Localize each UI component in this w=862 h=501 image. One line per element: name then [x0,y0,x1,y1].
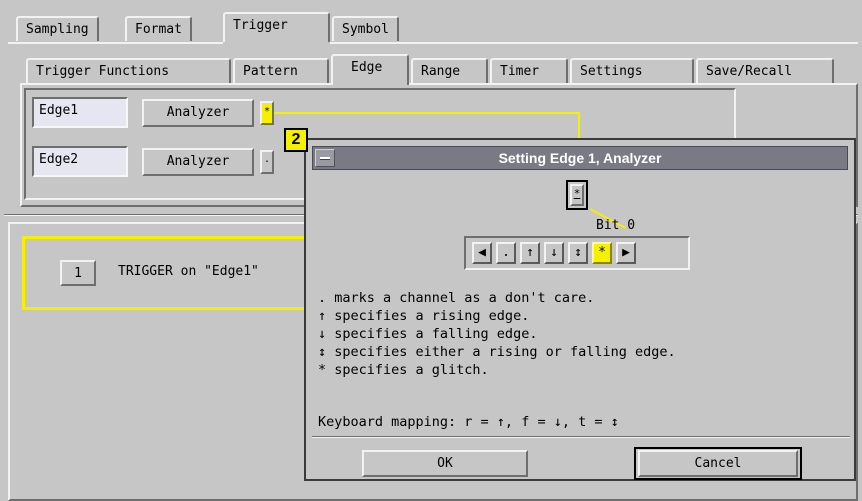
either-edge-button[interactable]: ↕ [568,242,588,264]
keyboard-mapping-text: Keyboard mapping: r = ↑, f = ↓, t = ↕ [318,414,619,430]
bit-label: Bit 0 [596,218,636,233]
description-glitch: * specifies a glitch. [318,362,489,378]
next-bit-button[interactable]: ▶ [616,242,636,264]
sequence-step-text: TRIGGER on "Edge1" [118,264,259,279]
bit-button-strip: ◀ . ↑ ↓ ↕ * ▶ [464,236,690,270]
tab-pattern[interactable]: Pattern [233,58,329,83]
cancel-button[interactable]: Cancel [638,450,798,477]
dont-care-button[interactable]: . [496,242,516,264]
tab-divider [330,42,858,44]
description-list: . marks a channel as a don't care. ↑ spe… [318,290,848,390]
sequence-step-number-button[interactable]: 1 [60,260,96,286]
description-dont-care: . marks a channel as a don't care. [318,290,595,306]
glitch-button[interactable]: * [592,242,612,264]
edge1-analyzer-button[interactable]: Analyzer [142,99,254,127]
bit-buttons: ◀ . ↑ ↓ ↕ * ▶ [472,242,682,264]
tab-trigger-functions[interactable]: Trigger Functions [26,58,231,83]
tab-symbol[interactable]: Symbol [332,16,399,41]
connector-line [274,112,580,114]
dialog-title: Setting Edge 1, Analyzer [498,150,662,166]
ok-button[interactable]: OK [362,450,528,477]
dialog-separator [312,436,850,438]
edge2-bit-button[interactable]: . [260,150,274,174]
setting-edge-dialog: Setting Edge 1, Analyzer * Bit 0 ◀ . ↑ ↓… [304,138,856,481]
description-falling: ↓ specifies a falling edge. [318,326,538,342]
edge2-analyzer-button[interactable]: Analyzer [142,148,254,176]
prev-bit-button[interactable]: ◀ [472,242,492,264]
edge2-name-field[interactable]: Edge2 [32,146,128,177]
rising-edge-button[interactable]: ↑ [520,242,540,264]
tab-sampling[interactable]: Sampling [16,16,99,41]
falling-edge-button[interactable]: ↓ [544,242,564,264]
current-value-inner: * [570,184,584,206]
dialog-titlebar[interactable]: Setting Edge 1, Analyzer [312,146,848,170]
tab-save-recall[interactable]: Save/Recall [696,58,834,83]
edge1-bit-button[interactable]: * [260,101,274,125]
current-value-box: * [566,180,588,210]
tab-divider [8,42,223,44]
callout-badge: 2 [284,128,308,152]
tab-settings[interactable]: Settings [570,58,694,83]
edge1-name-field[interactable]: Edge1 [32,97,128,128]
logic-analyzer-window: Sampling Format Trigger Symbol Trigger F… [0,0,862,501]
tab-range[interactable]: Range [411,58,488,83]
tab-edge[interactable]: Edge [331,54,409,85]
tab-timer[interactable]: Timer [490,58,568,83]
tab-trigger[interactable]: Trigger [223,12,330,42]
description-rising: ↑ specifies a rising edge. [318,308,530,324]
tab-format[interactable]: Format [125,16,192,41]
description-either: ↕ specifies either a rising or falling e… [318,344,676,360]
